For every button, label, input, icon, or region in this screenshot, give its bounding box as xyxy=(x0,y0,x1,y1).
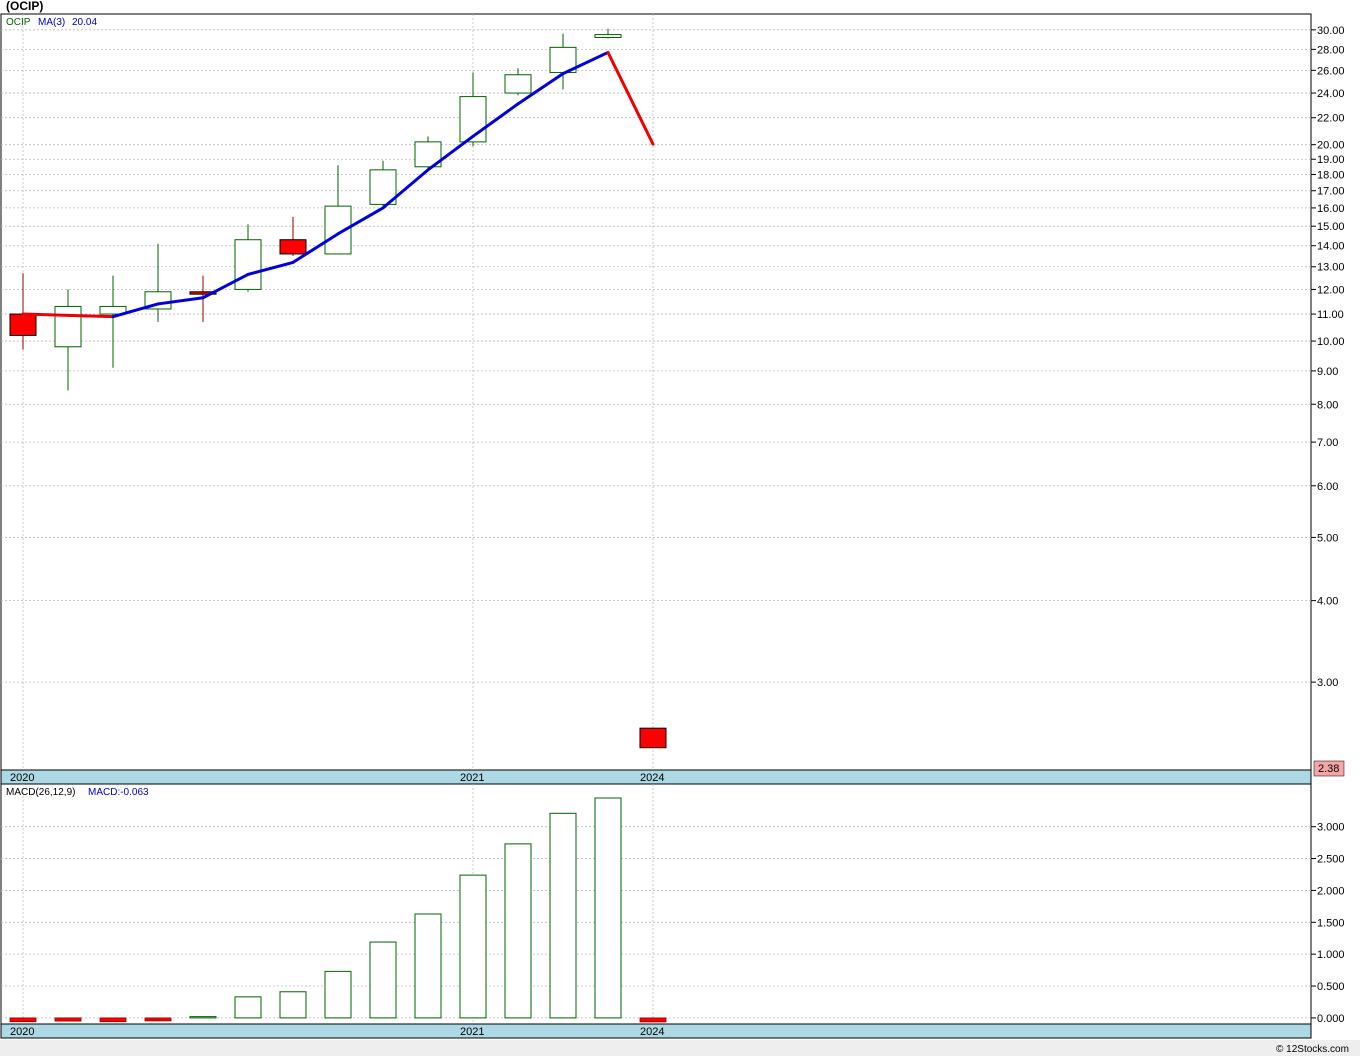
price-tick-label: 3.00 xyxy=(1317,677,1338,689)
price-legend: OCIP MA(3) 20.04 xyxy=(6,17,97,28)
macd-panel xyxy=(0,783,1312,1025)
macd-bar xyxy=(639,1017,667,1023)
watermark: © 12Stocks.com xyxy=(1276,1044,1349,1055)
macd-date-label: 2024 xyxy=(640,1026,664,1038)
ma-segment xyxy=(66,313,115,319)
macd-tick-label: 0.000 xyxy=(1317,1013,1345,1025)
macd-bar xyxy=(144,1017,172,1022)
macd-date-label: 2021 xyxy=(460,1026,484,1038)
macd-date-label: 2020 xyxy=(10,1026,34,1038)
macd-bar xyxy=(324,970,352,1019)
macd-histogram xyxy=(9,797,667,1023)
price-tick-label: 26.00 xyxy=(1317,65,1345,77)
price-tick-label: 17.00 xyxy=(1317,186,1345,198)
price-tick-label: 5.00 xyxy=(1317,532,1338,544)
macd-tick-label: 1.500 xyxy=(1317,917,1345,929)
legend-symbol: OCIP xyxy=(6,17,31,28)
price-tick-label: 13.00 xyxy=(1317,262,1345,274)
legend-ma-label: MA(3) xyxy=(38,17,65,28)
candle-body xyxy=(594,34,622,38)
macd-bar xyxy=(234,996,262,1019)
candlesticks xyxy=(9,28,667,749)
macd-tick-label: 2.500 xyxy=(1317,854,1345,866)
macd-bar xyxy=(504,843,532,1019)
candle-body xyxy=(279,239,307,255)
macd-bar xyxy=(189,1016,217,1019)
stock-chart: (OCIP) 30.00 28.00 26.00 24.00 22.00 20.00 19.… xyxy=(0,0,1360,1056)
candle-body xyxy=(639,727,667,749)
price-tick-label: 22.00 xyxy=(1317,113,1345,125)
candle-body xyxy=(504,74,532,94)
macd-tick-label: 0.500 xyxy=(1317,981,1345,993)
price-date-label: 2021 xyxy=(460,772,484,784)
candle-body xyxy=(234,239,262,290)
macd-tick-label: 2.000 xyxy=(1317,885,1345,897)
price-tick-label: 14.00 xyxy=(1317,241,1345,253)
chart-title: (OCIP) xyxy=(6,0,43,13)
price-tick-label: 24.00 xyxy=(1317,88,1345,100)
price-tick-label: 16.00 xyxy=(1317,203,1345,215)
macd-bar xyxy=(369,941,397,1019)
price-tick-label: 11.00 xyxy=(1317,309,1344,321)
macd-bar xyxy=(459,874,487,1019)
price-panel xyxy=(0,13,1312,771)
price-tick-label: 19.00 xyxy=(1317,154,1345,166)
last-price-value: 2.38 xyxy=(1318,763,1339,775)
price-tick-label: 4.00 xyxy=(1317,596,1338,608)
macd-bar xyxy=(99,1017,127,1023)
candle-body xyxy=(9,313,37,336)
ma-segment xyxy=(606,50,655,146)
macd-bar xyxy=(54,1017,82,1022)
macd-tick-label: 1.000 xyxy=(1317,949,1345,961)
price-tick-label: 15.00 xyxy=(1317,221,1345,233)
legend-ma-value: 20.04 xyxy=(72,17,97,28)
candle-body xyxy=(54,305,82,348)
macd-tick-label: 3.000 xyxy=(1317,822,1345,834)
price-tick-label: 7.00 xyxy=(1317,437,1338,449)
ma-segment xyxy=(21,312,70,317)
macd-axis: 3.000 2.500 2.000 1.500 1.000 0.500 0.000 xyxy=(1311,822,1345,1025)
price-tick-label: 18.00 xyxy=(1317,170,1345,182)
macd-bar xyxy=(549,812,577,1019)
price-gridlines xyxy=(1,14,1311,770)
macd-legend-name: MACD(26,12,9) xyxy=(6,787,75,798)
macd-bar xyxy=(594,797,622,1019)
footer-strip xyxy=(0,1040,1360,1056)
price-tick-label: 20.00 xyxy=(1317,140,1345,152)
macd-bar xyxy=(279,991,307,1019)
price-tick-label: 9.00 xyxy=(1317,366,1338,378)
price-axis: 30.00 28.00 26.00 24.00 22.00 20.00 19.00 18.00… xyxy=(1311,25,1345,689)
price-tick-label: 12.00 xyxy=(1317,284,1345,296)
price-tick-label: 10.00 xyxy=(1317,336,1345,348)
price-date-label: 2024 xyxy=(640,772,664,784)
price-tick-label: 28.00 xyxy=(1317,44,1345,56)
price-tick-label: 30.00 xyxy=(1317,25,1345,37)
macd-bar xyxy=(9,1017,37,1023)
macd-bar xyxy=(414,913,442,1019)
macd-legend-value: MACD:-0.063 xyxy=(88,787,149,798)
price-date-label: 2020 xyxy=(10,772,34,784)
macd-legend: MACD(26,12,9) MACD:-0.063 xyxy=(6,787,149,798)
macd-gridlines xyxy=(1,784,1311,1024)
price-tick-label: 8.00 xyxy=(1317,399,1338,411)
price-tick-label: 6.00 xyxy=(1317,481,1338,493)
